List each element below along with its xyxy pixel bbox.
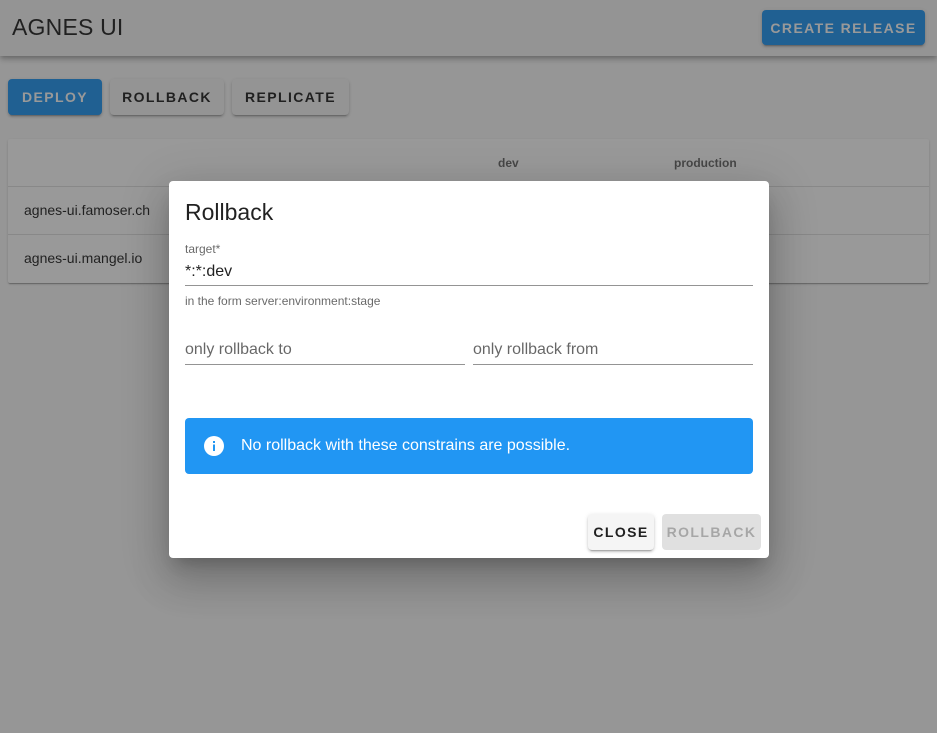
rollback-dialog: Rollback target* in the form server:envi… [169,181,769,558]
confirm-rollback-button[interactable]: Rollback [662,514,761,550]
rollback-from-input[interactable] [473,335,753,365]
dialog-title: Rollback [185,199,274,225]
target-hint: in the form server:environment:stage [185,294,381,308]
info-alert: No rollback with these constrains are po… [185,418,753,474]
target-label: target* [185,242,221,256]
close-button[interactable]: Close [588,514,654,550]
rollback-to-input[interactable] [185,335,465,365]
alert-message: No rollback with these constrains are po… [241,437,571,454]
info-icon [204,436,224,456]
target-input[interactable] [185,258,753,286]
